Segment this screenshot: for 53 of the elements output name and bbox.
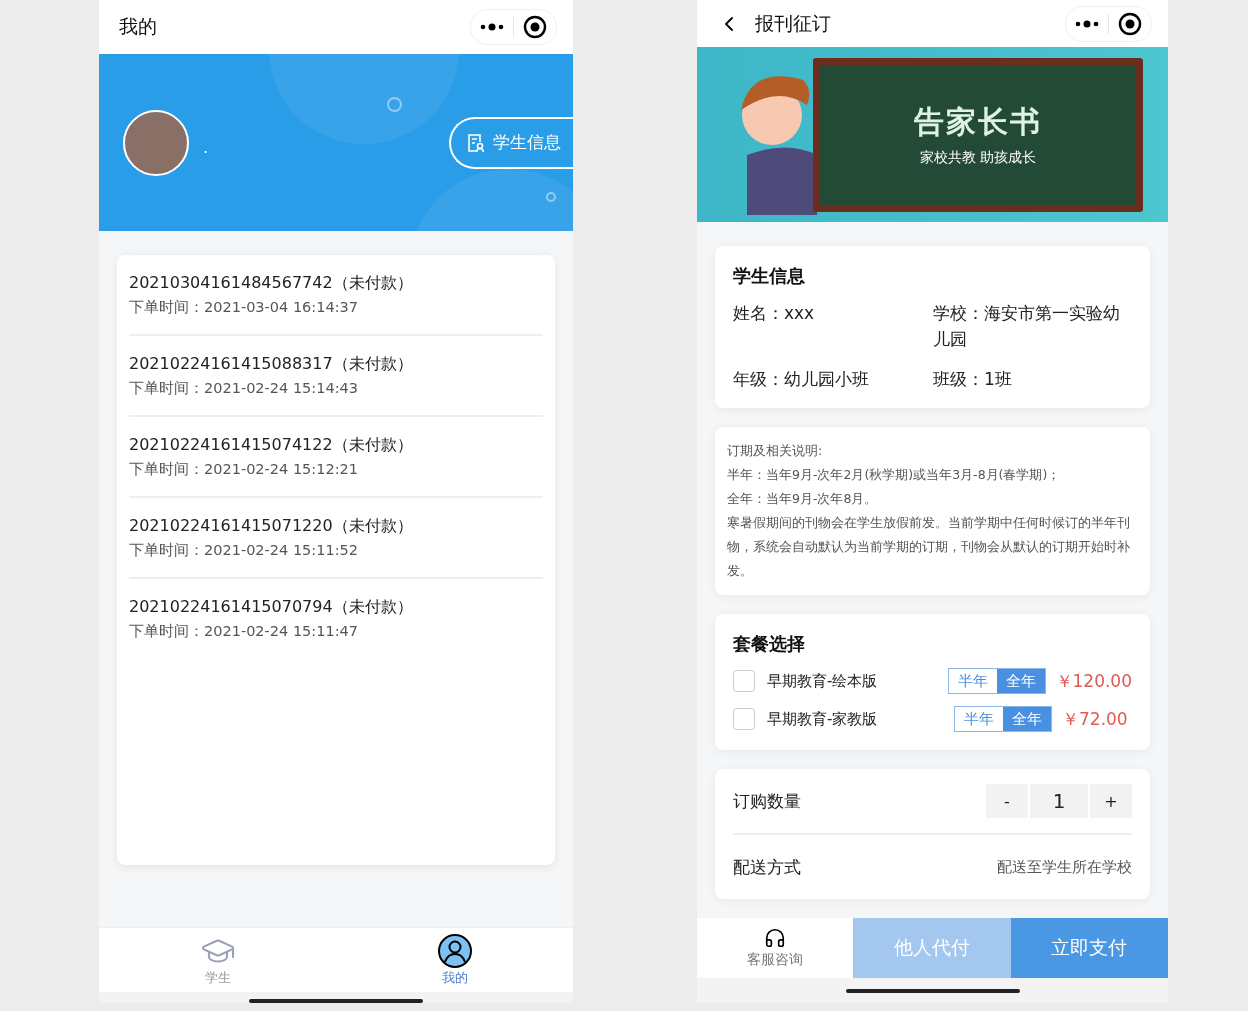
order-time: 下单时间：2021-02-24 15:11:47 (129, 622, 359, 641)
note-text: 寒暑假期间的刊物会在学生放假前发。当前学期中任何时候订的半年刊物，系统会自动默认为当前学期的订期，刊物会从默认的订期开始时补发。 (727, 514, 1131, 580)
checkbox[interactable] (733, 670, 755, 692)
info-field: 班级：1班 (933, 366, 1132, 392)
page-title: 我的 (119, 14, 158, 39)
close-icon[interactable] (1118, 11, 1142, 36)
order-time: 下单时间：2021-03-04 16:14:37 (129, 298, 359, 317)
section-heading: 学生信息 (733, 264, 806, 288)
decrease-button[interactable]: - (986, 784, 1028, 818)
customer-service-button[interactable]: 客服咨询 (697, 918, 853, 978)
banner-title: 告家长书 (914, 103, 1042, 141)
ring-icon (546, 192, 556, 202)
page-title: 报刊征订 (755, 10, 832, 36)
info-field: 年级：幼儿园小班 (733, 366, 933, 392)
banner-subtitle: 家校共教 助孩成长 (919, 149, 1037, 167)
increase-button[interactable]: + (1090, 784, 1132, 818)
document-icon (467, 132, 485, 153)
more-icon[interactable] (1074, 19, 1100, 28)
more-icon[interactable] (479, 23, 505, 31)
note-text: 订期及相关说明: (727, 442, 824, 460)
order-time: 下单时间：2021-02-24 15:12:21 (129, 460, 359, 479)
period-option[interactable]: 全年 (996, 669, 1045, 693)
quantity-label: 订购数量 (733, 789, 801, 813)
headset-icon (764, 927, 786, 949)
user-icon (436, 933, 473, 969)
delivery-label: 配送方式 (733, 855, 801, 879)
info-field: 学校：海安市第一实验幼儿园 (933, 300, 1132, 352)
order-time: 下单时间：2021-02-24 15:14:43 (129, 379, 359, 398)
order-number[interactable]: 20210304161484567742（未付款） (129, 273, 543, 294)
package-name: 早期教育-绘本版 (767, 671, 879, 691)
tab-item[interactable]: 我的 (336, 928, 573, 992)
note-text: 半年：当年9月-次年2月(秋学期)或当年3月-8月(春学期)； (727, 466, 1062, 484)
order-number[interactable]: 20210224161415074122（未付款） (129, 435, 543, 456)
pay-button[interactable]: 立即支付 (1010, 918, 1168, 978)
order-number[interactable]: 20210224161415071220（未付款） (129, 516, 543, 537)
order-number[interactable]: 20210224161415088317（未付款） (129, 354, 543, 375)
package-name: 早期教育-家教版 (767, 709, 879, 729)
price: ￥72.00 (1062, 707, 1129, 731)
note-text: 全年：当年9月-次年8月。 (727, 490, 879, 508)
section-heading: 套餐选择 (733, 632, 806, 656)
student-info-button[interactable]: 学生信息 (449, 116, 573, 169)
delivery-value: 配送至学生所在学校 (997, 857, 1132, 877)
ring-icon (387, 97, 402, 112)
price: ￥120.00 (1055, 669, 1132, 693)
period-option[interactable]: 全年 (1003, 707, 1051, 731)
order-number[interactable]: 20210224161415070794（未付款） (129, 597, 543, 618)
order-time: 下单时间：2021-02-24 15:11:52 (129, 541, 359, 560)
checkbox[interactable] (733, 708, 755, 730)
info-field: 姓名：xxx (733, 300, 933, 352)
user-name: . (203, 138, 210, 157)
tab-item[interactable]: 学生 (99, 928, 336, 992)
quantity-field[interactable]: 1 (1030, 784, 1088, 818)
close-icon[interactable] (523, 15, 547, 39)
